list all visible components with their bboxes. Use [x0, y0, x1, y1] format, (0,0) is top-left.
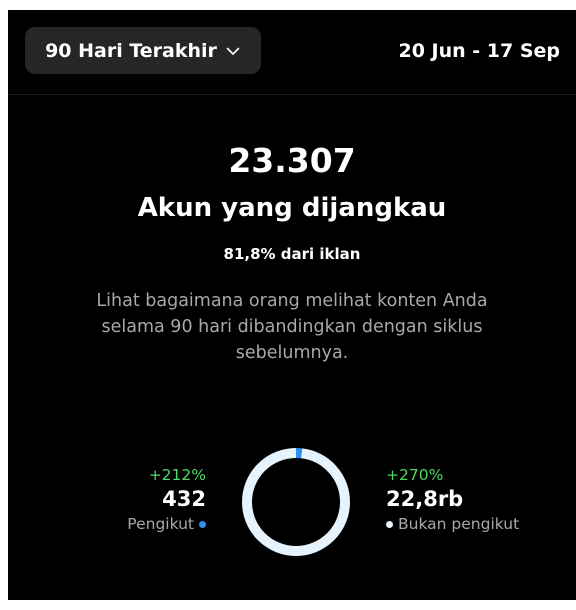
non-followers-label: Bukan pengikut [398, 515, 520, 533]
non-followers-stat: +270% 22,8rb Bukan pengikut [386, 465, 519, 535]
date-range-text: 20 Jun - 17 Sep [398, 40, 560, 62]
followers-donut-chart [242, 448, 350, 556]
accounts-reached-count: 23.307 [228, 141, 356, 180]
chevron-down-icon [226, 47, 240, 55]
description-text: Lihat bagaimana orang melihat konten And… [96, 291, 488, 363]
date-range-dropdown[interactable]: 90 Hari Terakhir [25, 27, 261, 74]
date-range-dropdown-label: 90 Hari Terakhir [45, 39, 217, 62]
non-followers-change: +270% [386, 466, 444, 484]
followers-value: 432 [162, 487, 206, 511]
non-followers-segment [242, 448, 350, 556]
followers-label: Pengikut [127, 515, 194, 533]
metric-title: Akun yang dijangkau [137, 193, 447, 223]
non-followers-value: 22,8rb [386, 487, 464, 511]
insights-screen: 90 Hari Terakhir 20 Jun - 17 Sep 23.307 … [8, 10, 576, 600]
followers-change: +212% [148, 466, 206, 484]
followers-dot-icon [199, 520, 206, 528]
followers-stat: +212% 432 Pengikut [127, 465, 206, 535]
ad-share-text: 81,8% dari iklan [223, 245, 361, 263]
header: 90 Hari Terakhir 20 Jun - 17 Sep [8, 10, 576, 95]
followers-legend: Pengikut [127, 513, 206, 535]
non-followers-dot-icon [386, 520, 393, 528]
non-followers-legend: Bukan pengikut [386, 513, 519, 535]
